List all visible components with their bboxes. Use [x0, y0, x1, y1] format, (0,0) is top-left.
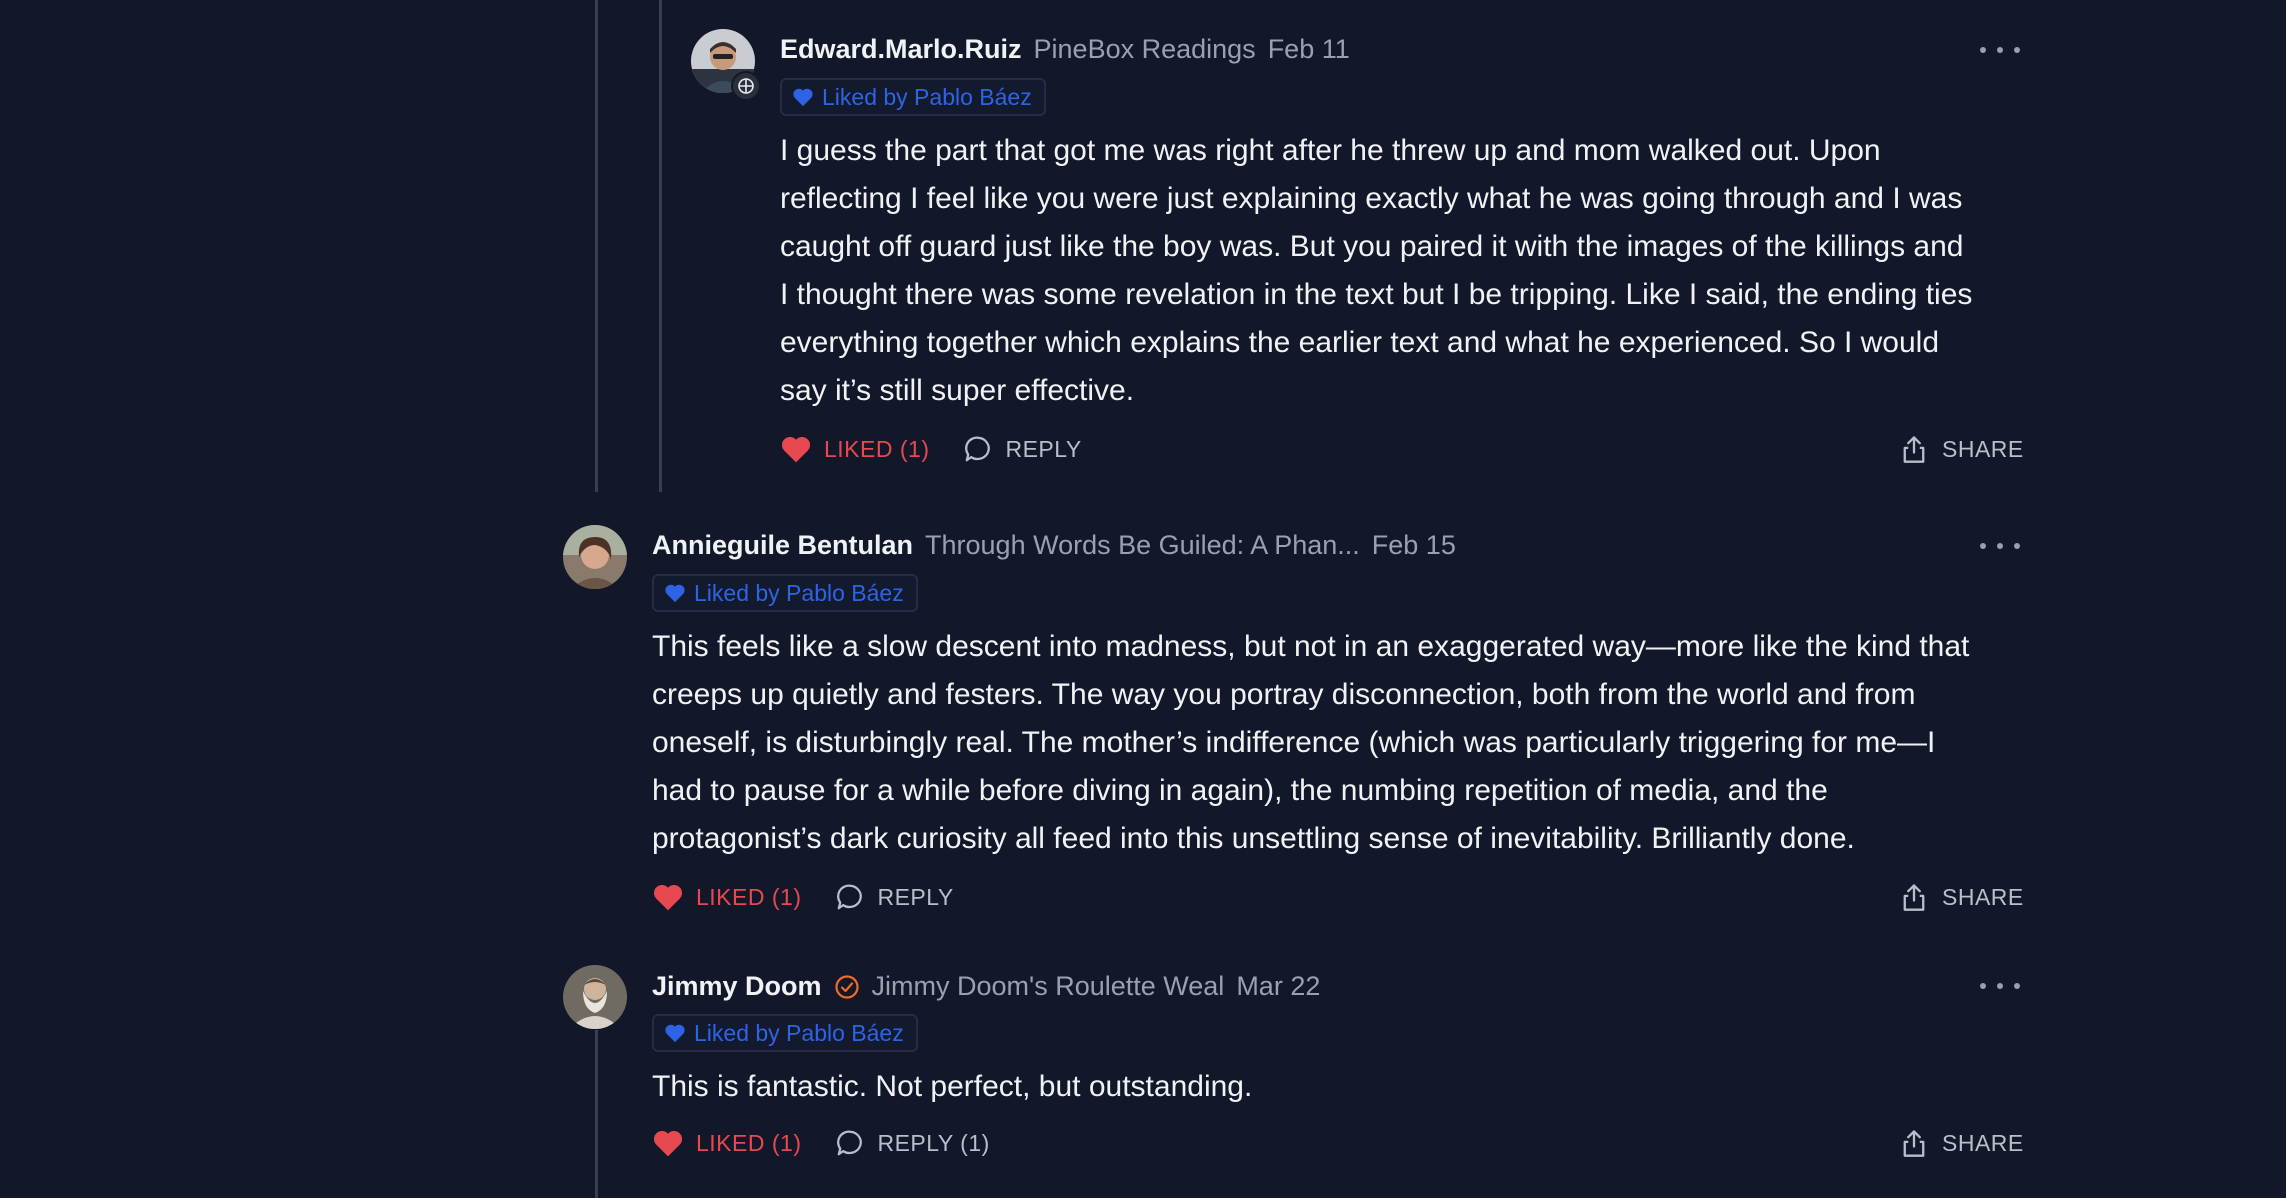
comment-header: Jimmy Doom Jimmy Doom's Roulette Weal Ma…: [652, 971, 1320, 1002]
heart-icon: [781, 436, 811, 463]
dot-icon: [2014, 543, 2020, 549]
body-line: I thought there was some revelation in t…: [780, 278, 1973, 311]
more-options-button[interactable]: [1980, 534, 2020, 558]
heart-icon: [653, 884, 683, 911]
share-button[interactable]: SHARE: [1900, 882, 2024, 912]
like-label: LIKED (1): [824, 435, 930, 462]
body-line: creeps up quietly and festers. The way y…: [652, 678, 1916, 711]
share-button[interactable]: SHARE: [1900, 1128, 2024, 1158]
author-name[interactable]: Edward.Marlo.Ruiz: [780, 34, 1022, 65]
liked-by-badge: Liked by Pablo Báez: [652, 1014, 918, 1052]
comment-date[interactable]: Feb 11: [1268, 34, 1350, 65]
author-name[interactable]: Jimmy Doom: [652, 971, 822, 1002]
liked-by-text: Liked by Pablo Báez: [822, 83, 1032, 110]
thread-line-replies: [595, 1030, 598, 1198]
dot-icon: [2014, 47, 2020, 53]
body-line: everything together which explains the e…: [780, 326, 1940, 359]
body-line: had to pause for a while before diving i…: [652, 774, 1828, 807]
avatar-badge-icon: [731, 71, 761, 101]
body-line: oneself, is disturbingly real. The mothe…: [652, 726, 1936, 759]
publication-name[interactable]: Jimmy Doom's Roulette Weal: [872, 971, 1225, 1002]
comment-actions: LIKED (1) REPLY: [780, 434, 1116, 464]
body-line: say it’s still super effective.: [780, 374, 1135, 407]
user-avatar-icon: [563, 965, 627, 1029]
share-icon: [1903, 884, 1925, 911]
dot-icon: [1980, 983, 1986, 989]
reply-button[interactable]: REPLY: [835, 882, 953, 912]
publication-name[interactable]: Through Words Be Guiled: A Phan...: [925, 530, 1360, 561]
comment-actions: LIKED (1) REPLY: [652, 882, 988, 912]
dot-icon: [1980, 543, 1986, 549]
reply-button[interactable]: REPLY: [963, 434, 1081, 464]
share-label: SHARE: [1942, 883, 2024, 910]
heart-icon: [665, 584, 685, 603]
more-options-button[interactable]: [1980, 38, 2020, 62]
body-line: protagonist’s dark curiosity all feed in…: [652, 822, 1855, 855]
comment-header: Annieguile Bentulan Through Words Be Gui…: [652, 530, 1456, 561]
dot-icon: [1997, 543, 2003, 549]
liked-by-text: Liked by Pablo Báez: [694, 579, 904, 606]
thread-line-outer: [595, 0, 598, 492]
reply-button[interactable]: REPLY (1): [835, 1128, 989, 1158]
body-line: This is fantastic. Not perfect, but outs…: [652, 1070, 1253, 1103]
comment-bubble-icon: [837, 884, 863, 910]
dot-icon: [1997, 47, 2003, 53]
comment-body: This feels like a slow descent into madn…: [652, 623, 2042, 863]
comment-actions: LIKED (1) REPLY (1): [652, 1128, 1024, 1158]
comment-header: Edward.Marlo.Ruiz PineBox Readings Feb 1…: [780, 34, 1350, 65]
comment-date[interactable]: Mar 22: [1236, 971, 1320, 1002]
more-options-button[interactable]: [1980, 974, 2020, 998]
comment-bubble-icon: [837, 1130, 863, 1156]
publication-name[interactable]: PineBox Readings: [1034, 34, 1256, 65]
heart-icon: [793, 88, 813, 107]
dot-icon: [1997, 983, 2003, 989]
avatar[interactable]: [563, 965, 627, 1029]
reply-label: REPLY (1): [877, 1129, 990, 1156]
share-label: SHARE: [1942, 435, 2024, 462]
share-button[interactable]: SHARE: [1900, 434, 2024, 464]
like-label: LIKED (1): [696, 883, 802, 910]
comments-thread: Edward.Marlo.Ruiz PineBox Readings Feb 1…: [0, 0, 2286, 1198]
share-icon: [1903, 436, 1925, 463]
liked-by-badge: Liked by Pablo Báez: [652, 574, 918, 612]
share-icon: [1903, 1130, 1925, 1157]
body-line: caught off guard just like the boy was. …: [780, 230, 1964, 263]
body-line: I guess the part that got me was right a…: [780, 134, 1881, 167]
reply-label: REPLY: [877, 883, 954, 910]
liked-by-text: Liked by Pablo Báez: [694, 1019, 904, 1046]
body-line: This feels like a slow descent into madn…: [652, 630, 1970, 663]
reply-label: REPLY: [1005, 435, 1082, 462]
author-name[interactable]: Annieguile Bentulan: [652, 530, 913, 561]
heart-icon: [665, 1024, 685, 1043]
user-avatar-icon: [563, 525, 627, 589]
like-button[interactable]: LIKED (1): [780, 434, 929, 464]
comment-body: I guess the part that got me was right a…: [780, 127, 2030, 415]
verified-check-icon: [834, 974, 859, 999]
comment-date[interactable]: Feb 15: [1372, 530, 1456, 561]
comment-body: This is fantastic. Not perfect, but outs…: [652, 1063, 2042, 1111]
dot-icon: [1980, 47, 1986, 53]
avatar[interactable]: [563, 525, 627, 589]
liked-by-badge: Liked by Pablo Báez: [780, 78, 1046, 116]
dot-icon: [2014, 983, 2020, 989]
like-label: LIKED (1): [696, 1129, 802, 1156]
heart-icon: [653, 1130, 683, 1157]
body-line: reflecting I feel like you were just exp…: [780, 182, 1963, 215]
share-label: SHARE: [1942, 1129, 2024, 1156]
comment-bubble-icon: [965, 436, 991, 462]
like-button[interactable]: LIKED (1): [652, 882, 801, 912]
thread-line-inner: [659, 0, 662, 492]
like-button[interactable]: LIKED (1): [652, 1128, 801, 1158]
